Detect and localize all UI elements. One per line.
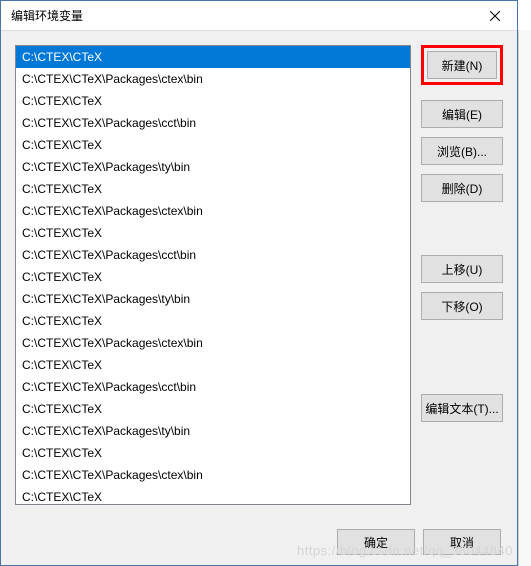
list-item[interactable]: C:\CTEX\CTeX\Packages\ctex\bin — [16, 464, 410, 486]
new-button[interactable]: 新建(N) — [427, 51, 497, 79]
list-item[interactable]: C:\CTEX\CTeX — [16, 354, 410, 376]
spacer — [421, 211, 503, 246]
dialog-content: C:\CTEX\CTeXC:\CTEX\CTeX\Packages\ctex\b… — [1, 31, 517, 565]
edit-button[interactable]: 编辑(E) — [421, 100, 503, 128]
spacer — [421, 329, 503, 385]
move-up-button[interactable]: 上移(U) — [421, 255, 503, 283]
list-item[interactable]: C:\CTEX\CTeX — [16, 134, 410, 156]
list-item[interactable]: C:\CTEX\CTeX — [16, 222, 410, 244]
edit-text-button[interactable]: 编辑文本(T)... — [421, 394, 503, 422]
list-item[interactable]: C:\CTEX\CTeX\Packages\ty\bin — [16, 288, 410, 310]
list-item[interactable]: C:\CTEX\CTeX\Packages\cct\bin — [16, 376, 410, 398]
path-listbox[interactable]: C:\CTEX\CTeXC:\CTEX\CTeX\Packages\ctex\b… — [16, 46, 410, 504]
list-item[interactable]: C:\CTEX\CTeX — [16, 486, 410, 504]
list-item[interactable]: C:\CTEX\CTeX — [16, 90, 410, 112]
close-icon — [490, 11, 500, 21]
window-title: 编辑环境变量 — [11, 7, 83, 24]
list-item[interactable]: C:\CTEX\CTeX — [16, 46, 410, 68]
dialog-window: 编辑环境变量 C:\CTEX\CTeXC:\CTEX\CTeX\Packages… — [0, 0, 518, 566]
list-item[interactable]: C:\CTEX\CTeX\Packages\ctex\bin — [16, 332, 410, 354]
list-item[interactable]: C:\CTEX\CTeX — [16, 178, 410, 200]
close-button[interactable] — [472, 1, 517, 31]
right-edge-background — [518, 30, 531, 566]
list-item[interactable]: C:\CTEX\CTeX\Packages\ty\bin — [16, 420, 410, 442]
titlebar: 编辑环境变量 — [1, 1, 517, 31]
path-listbox-container: C:\CTEX\CTeXC:\CTEX\CTeX\Packages\ctex\b… — [15, 45, 411, 505]
list-item[interactable]: C:\CTEX\CTeX\Packages\ty\bin — [16, 156, 410, 178]
list-item[interactable]: C:\CTEX\CTeX\Packages\cct\bin — [16, 244, 410, 266]
list-item[interactable]: C:\CTEX\CTeX — [16, 398, 410, 420]
browse-button[interactable]: 浏览(B)... — [421, 137, 503, 165]
button-column: 新建(N) 编辑(E) 浏览(B)... 删除(D) 上移(U) 下移(O) 编… — [421, 45, 503, 517]
dialog-buttons: 确定 取消 — [15, 517, 503, 555]
cancel-button[interactable]: 取消 — [423, 529, 501, 555]
main-row: C:\CTEX\CTeXC:\CTEX\CTeX\Packages\ctex\b… — [15, 45, 503, 517]
list-item[interactable]: C:\CTEX\CTeX — [16, 266, 410, 288]
delete-button[interactable]: 删除(D) — [421, 174, 503, 202]
list-item[interactable]: C:\CTEX\CTeX — [16, 310, 410, 332]
highlight-annotation: 新建(N) — [421, 45, 503, 85]
move-down-button[interactable]: 下移(O) — [421, 292, 503, 320]
ok-button[interactable]: 确定 — [337, 529, 415, 555]
list-item[interactable]: C:\CTEX\CTeX\Packages\cct\bin — [16, 112, 410, 134]
list-item[interactable]: C:\CTEX\CTeX\Packages\ctex\bin — [16, 68, 410, 90]
list-item[interactable]: C:\CTEX\CTeX\Packages\ctex\bin — [16, 200, 410, 222]
list-item[interactable]: C:\CTEX\CTeX — [16, 442, 410, 464]
